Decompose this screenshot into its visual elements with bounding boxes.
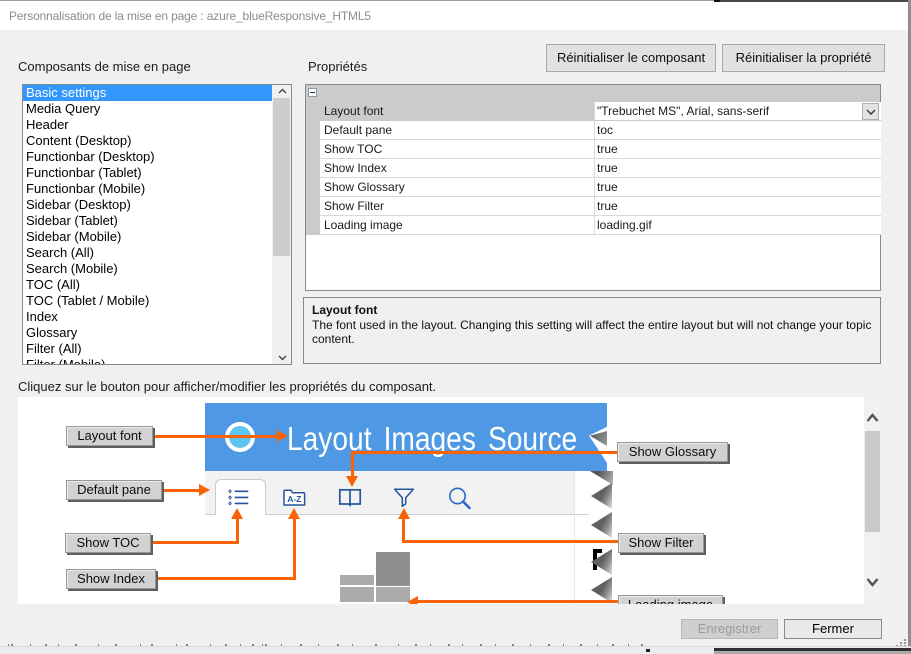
svg-text:A-Z: A-Z: [287, 494, 301, 504]
